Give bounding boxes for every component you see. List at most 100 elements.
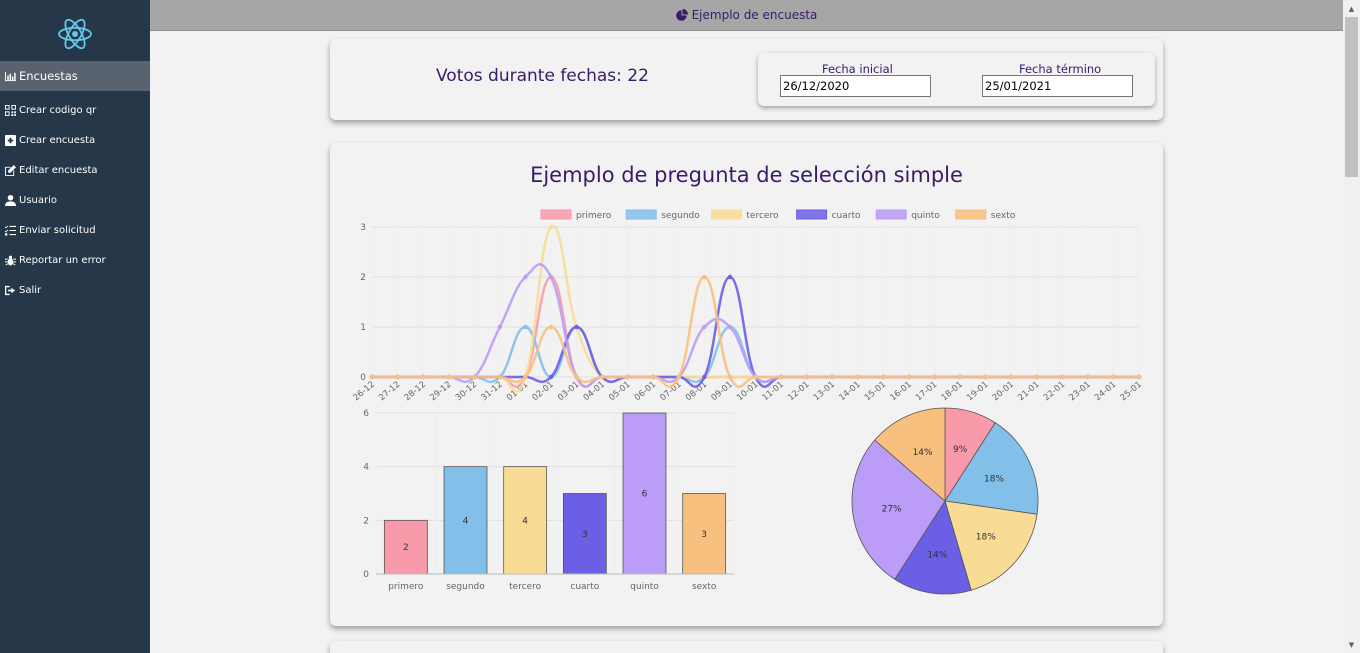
line-chart-x-tick: 05-01 <box>607 380 632 404</box>
line-chart-x-tick: 10-01 <box>735 380 760 404</box>
series-point-sexto <box>420 374 426 380</box>
line-chart-x-tick: 09-01 <box>710 380 735 404</box>
sign-out-icon <box>4 284 16 296</box>
legend-swatch <box>875 209 907 220</box>
plus-square-icon <box>4 134 16 146</box>
sidebar-item-label: Usuario <box>19 194 58 206</box>
series-point-quinto <box>548 274 554 280</box>
series-point-sexto <box>830 374 835 380</box>
line-chart-x-tick: 03-01 <box>556 380 581 404</box>
series-point-sexto <box>651 374 656 380</box>
sidebar-item-crear-encuesta[interactable]: Crear encuesta <box>0 125 150 155</box>
line-chart-x-tick: 14-01 <box>837 380 862 404</box>
line-chart-x-tick: 27-12 <box>377 380 402 404</box>
sidebar-item-label: Enviar solicitud <box>19 224 96 236</box>
legend-label: segundo <box>661 211 700 221</box>
line-chart-x-tick: 31-12 <box>479 380 504 404</box>
sidebar-item-crear-codigo-qr[interactable]: Crear codigo qr <box>0 95 150 125</box>
pie-percent-label: 14% <box>913 448 933 458</box>
series-point-cuarto <box>702 374 707 380</box>
pie-percent-label: 9% <box>953 445 968 455</box>
line-chart-y-tick: 0 <box>360 373 366 383</box>
pie-percent-label: 18% <box>976 532 996 542</box>
bar-value-label: 4 <box>522 516 528 526</box>
series-point-cuarto <box>727 274 733 280</box>
series-point-sexto <box>906 374 912 380</box>
line-chart-x-tick: 12-01 <box>786 380 811 404</box>
series-point-quinto <box>497 324 503 330</box>
legend-swatch <box>710 209 742 220</box>
sidebar-item-reportar-error[interactable]: Reportar un error <box>0 245 150 275</box>
series-point-sexto <box>1085 374 1091 380</box>
pie-percent-label: 14% <box>927 550 947 560</box>
series-point-sexto <box>1008 374 1014 380</box>
bar-category-label: cuarto <box>570 582 599 592</box>
votes-count: Votos durante fechas: 22 <box>436 66 649 86</box>
line-chart-x-tick: 30-12 <box>454 380 479 404</box>
line-chart-x-tick: 23-01 <box>1067 380 1092 404</box>
series-point-sexto <box>804 374 809 380</box>
page-title: Ejemplo de encuesta <box>691 8 818 22</box>
line-chart-y-tick: 2 <box>360 273 366 283</box>
line-chart-y-tick: 3 <box>360 223 366 233</box>
react-logo-icon <box>58 18 92 50</box>
series-point-sexto <box>369 374 375 380</box>
bar-value-label: 2 <box>403 543 409 553</box>
series-point-segundo <box>523 324 528 330</box>
start-date-input[interactable] <box>780 75 931 97</box>
next-question-card <box>330 641 1163 653</box>
sidebar-item-editar-encuesta[interactable]: Editar encuesta <box>0 155 150 185</box>
pie-percent-label: 27% <box>882 505 902 515</box>
line-chart-x-tick: 11-01 <box>761 380 786 404</box>
series-point-sexto <box>778 374 784 380</box>
series-point-quinto <box>727 324 733 330</box>
line-chart-x-tick: 28-12 <box>403 380 428 404</box>
sidebar-item-usuario[interactable]: Usuario <box>0 185 150 215</box>
line-chart-x-tick: 18-01 <box>940 380 965 404</box>
series-point-sexto <box>855 374 860 380</box>
scroll-up-arrow-icon[interactable]: ▲ <box>1343 0 1360 17</box>
series-point-sexto <box>1111 374 1116 380</box>
line-chart-x-tick: 25-01 <box>1119 380 1144 404</box>
sidebar-item-enviar-solicitud[interactable]: Enviar solicitud <box>0 215 150 245</box>
sidebar: Encuestas Crear codigo qr Crear encuesta… <box>0 0 150 653</box>
series-point-sexto <box>395 374 400 380</box>
bar-category-label: primero <box>388 582 424 592</box>
votes-summary-card: Votos durante fechas: 22 Fecha inicial F… <box>330 39 1163 120</box>
header-bar: Ejemplo de encuesta <box>150 0 1343 31</box>
qr-code-icon <box>4 104 16 116</box>
line-chart-x-tick: 20-01 <box>991 380 1016 404</box>
sidebar-item-encuestas[interactable]: Encuestas <box>0 61 150 91</box>
end-date-input[interactable] <box>982 75 1133 97</box>
bar-category-label: sexto <box>692 582 717 592</box>
line-chart-x-tick: 19-01 <box>965 380 990 404</box>
series-point-cuarto <box>574 324 579 330</box>
series-point-quinto <box>702 324 707 330</box>
series-point-sexto <box>983 374 988 380</box>
scroll-thumb[interactable] <box>1345 17 1358 177</box>
sidebar-item-salir[interactable]: Salir <box>0 275 150 305</box>
legend-swatch <box>796 209 828 220</box>
line-chart-x-tick: 26-12 <box>352 380 377 404</box>
series-point-sexto <box>1136 374 1142 380</box>
series-point-sexto <box>957 374 963 380</box>
line-chart-x-tick: 13-01 <box>812 380 837 404</box>
line-chart-x-tick: 21-01 <box>1016 380 1041 404</box>
line-chart-x-tick: 04-01 <box>582 380 607 404</box>
series-point-cuarto <box>548 374 554 380</box>
scroll-down-arrow-icon[interactable]: ▼ <box>1343 636 1360 653</box>
page-scrollbar[interactable]: ▲ ▼ <box>1343 0 1360 653</box>
line-chart-x-tick: 16-01 <box>888 380 913 404</box>
line-chart-x-tick: 06-01 <box>633 380 658 404</box>
series-point-sexto <box>472 374 477 380</box>
bar-category-label: tercero <box>509 582 542 592</box>
user-icon <box>4 194 16 206</box>
date-range-filter: Fecha inicial Fecha término <box>758 53 1155 106</box>
bug-icon <box>4 254 16 266</box>
series-point-sexto <box>625 374 630 380</box>
start-date-label: Fecha inicial <box>822 62 893 76</box>
bar-value-label: 4 <box>463 516 469 526</box>
series-point-quinto <box>523 274 528 280</box>
sidebar-item-label: Encuestas <box>19 69 78 83</box>
series-point-sexto <box>574 374 579 380</box>
